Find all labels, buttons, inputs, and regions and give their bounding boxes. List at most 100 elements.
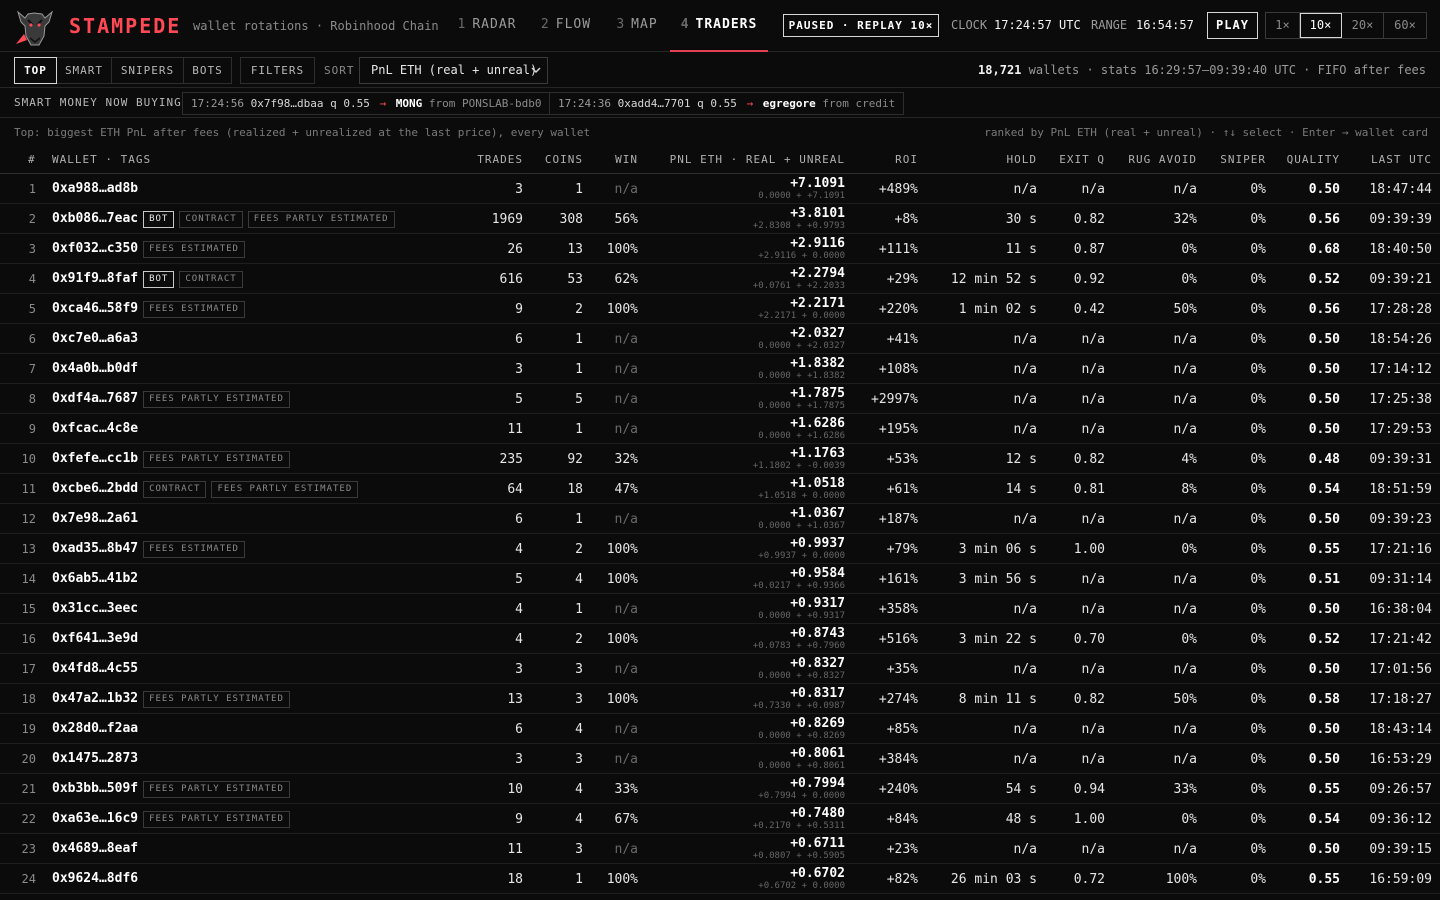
wallet-cell[interactable]: 0xdf4a…7687 FEES PARTLY ESTIMATED: [52, 390, 290, 408]
col-wallet[interactable]: WALLET · TAGS: [52, 153, 151, 166]
col-win[interactable]: WIN: [590, 153, 638, 166]
tab-flow[interactable]: 2 FLOW: [534, 0, 598, 50]
wallet-address[interactable]: 0x47a2…1b32: [52, 690, 138, 708]
col-coins[interactable]: COINS: [530, 153, 583, 166]
wallet-cell[interactable]: 0x91f9…8faf BOT CONTRACT: [52, 270, 243, 288]
wallet-cell[interactable]: 0xca46…58f9 FEES ESTIMATED: [52, 300, 245, 318]
table-row[interactable]: 21 0xb3bb…509f FEES PARTLY ESTIMATED 10 …: [0, 774, 1440, 804]
table-row[interactable]: 5 0xca46…58f9 FEES ESTIMATED 9 2 100% +2…: [0, 294, 1440, 324]
wallet-address[interactable]: 0xcbe6…2bdd: [52, 480, 138, 498]
table-row[interactable]: 6 0xc7e0…a6a3 6 1 n/a +2.0327 0.0000 + +…: [0, 324, 1440, 354]
wallet-address[interactable]: 0xc7e0…a6a3: [52, 330, 138, 348]
wallet-address[interactable]: 0xa988…ad8b: [52, 180, 138, 198]
wallet-address[interactable]: 0xb086…7eac: [52, 210, 138, 228]
table-row[interactable]: 4 0x91f9…8faf BOT CONTRACT 616 53 62% +2.…: [0, 264, 1440, 294]
speed-20x-button[interactable]: 20×: [1342, 13, 1384, 38]
wallet-address[interactable]: 0x7e98…2a61: [52, 510, 138, 528]
table-row[interactable]: 3 0xf032…c350 FEES ESTIMATED 26 13 100% …: [0, 234, 1440, 264]
table-row[interactable]: 18 0x47a2…1b32 FEES PARTLY ESTIMATED 13 …: [0, 684, 1440, 714]
wallet-cell[interactable]: 0xa63e…16c9 FEES PARTLY ESTIMATED: [52, 810, 290, 828]
table-row[interactable]: 22 0xa63e…16c9 FEES PARTLY ESTIMATED 9 4…: [0, 804, 1440, 834]
wallet-cell[interactable]: 0x47a2…1b32 FEES PARTLY ESTIMATED: [52, 690, 290, 708]
wallet-cell[interactable]: 0x4689…8eaf: [52, 840, 138, 858]
wallet-address[interactable]: 0xfcac…4c8e: [52, 420, 138, 438]
wallet-cell[interactable]: 0xc7e0…a6a3: [52, 330, 138, 348]
wallet-cell[interactable]: 0x9624…8df6: [52, 870, 138, 888]
col-sniper[interactable]: SNIPER: [1210, 153, 1266, 166]
filter-bots-button[interactable]: BOTS: [184, 57, 232, 84]
wallet-cell[interactable]: 0x4fd8…4c55: [52, 660, 138, 678]
col-rug-avoid[interactable]: RUG AVOID: [1110, 153, 1197, 166]
filter-snipers-button[interactable]: SNIPERS: [112, 57, 184, 84]
wallet-cell[interactable]: 0x1475…2873: [52, 750, 138, 768]
filters-button[interactable]: FILTERS: [240, 57, 315, 84]
table-row[interactable]: 7 0x4a0b…b0df 3 1 n/a +1.8382 0.0000 + +…: [0, 354, 1440, 384]
table-row[interactable]: 15 0x31cc…3eec 4 1 n/a +0.9317 0.0000 + …: [0, 594, 1440, 624]
wallet-address[interactable]: 0xa63e…16c9: [52, 810, 138, 828]
speed-1x-button[interactable]: 1×: [1266, 13, 1300, 38]
col-last-utc[interactable]: LAST UTC: [1340, 153, 1432, 166]
table-row[interactable]: 11 0xcbe6…2bdd CONTRACT FEES PARTLY ESTIM…: [0, 474, 1440, 504]
speed-10x-button[interactable]: 10×: [1300, 13, 1342, 38]
wallet-address[interactable]: 0xf641…3e9d: [52, 630, 138, 648]
wallet-cell[interactable]: 0xb086…7eac BOT CONTRACT FEES PARTLY ESTIM…: [52, 210, 395, 228]
table-row[interactable]: 13 0xad35…8b47 FEES ESTIMATED 4 2 100% +…: [0, 534, 1440, 564]
wallet-cell[interactable]: 0x4a0b…b0df: [52, 360, 138, 378]
wallet-cell[interactable]: 0x31cc…3eec: [52, 600, 138, 618]
wallet-address[interactable]: 0xad35…8b47: [52, 540, 138, 558]
wallet-cell[interactable]: 0x28d0…f2aa: [52, 720, 138, 738]
wallet-address[interactable]: 0xf032…c350: [52, 240, 138, 258]
filter-smart-button[interactable]: SMART: [57, 57, 112, 84]
wallet-cell[interactable]: 0x6ab5…41b2: [52, 570, 138, 588]
play-button[interactable]: PLAY: [1207, 12, 1258, 39]
wallet-cell[interactable]: 0xfcac…4c8e: [52, 420, 138, 438]
speed-60x-button[interactable]: 60×: [1384, 13, 1426, 38]
wallet-cell[interactable]: 0x7e98…2a61: [52, 510, 138, 528]
wallet-address[interactable]: 0x4fd8…4c55: [52, 660, 138, 678]
wallet-address[interactable]: 0x9624…8df6: [52, 870, 138, 888]
col-pnl[interactable]: PNL ETH · REAL + UNREAL: [660, 153, 845, 166]
col-exit-q[interactable]: EXIT Q: [1050, 153, 1105, 166]
wallet-address[interactable]: 0x1475…2873: [52, 750, 138, 768]
wallet-address[interactable]: 0xb3bb…509f: [52, 780, 138, 798]
table-row[interactable]: 20 0x1475…2873 3 3 n/a +0.8061 0.0000 + …: [0, 744, 1440, 774]
col-quality[interactable]: QUALITY: [1280, 153, 1340, 166]
table-row[interactable]: 9 0xfcac…4c8e 11 1 n/a +1.6286 0.0000 + …: [0, 414, 1440, 444]
wallet-cell[interactable]: 0xf032…c350 FEES ESTIMATED: [52, 240, 245, 258]
wallet-address[interactable]: 0x4a0b…b0df: [52, 360, 138, 378]
wallet-address[interactable]: 0xfefe…cc1b: [52, 450, 138, 468]
wallet-cell[interactable]: 0xa988…ad8b: [52, 180, 138, 198]
wallet-address[interactable]: 0x28d0…f2aa: [52, 720, 138, 738]
table-row[interactable]: 23 0x4689…8eaf 11 3 n/a +0.6711 +0.0807 …: [0, 834, 1440, 864]
sort-select[interactable]: PnL ETH (real + unreal): [359, 57, 548, 84]
tab-radar[interactable]: 1 RADAR: [452, 0, 522, 50]
table-row[interactable]: 12 0x7e98…2a61 6 1 n/a +1.0367 0.0000 + …: [0, 504, 1440, 534]
tab-map[interactable]: 3 MAP: [610, 0, 664, 50]
table-row[interactable]: 17 0x4fd8…4c55 3 3 n/a +0.8327 0.0000 + …: [0, 654, 1440, 684]
wallet-cell[interactable]: 0xb3bb…509f FEES PARTLY ESTIMATED: [52, 780, 290, 798]
col-roi[interactable]: ROI: [858, 153, 918, 166]
wallet-address[interactable]: 0xdf4a…7687: [52, 390, 138, 408]
wallet-address[interactable]: 0x6ab5…41b2: [52, 570, 138, 588]
wallet-cell[interactable]: 0xfefe…cc1b FEES PARTLY ESTIMATED: [52, 450, 290, 468]
col-hold[interactable]: HOLD: [930, 153, 1037, 166]
smart-money-item[interactable]: 17:24:56 0x7f98…dbaa q 0.55 → MONG from …: [182, 92, 551, 115]
table-row[interactable]: 2 0xb086…7eac BOT CONTRACT FEES PARTLY EST…: [0, 204, 1440, 234]
col-trades[interactable]: TRADES: [460, 153, 523, 166]
table-row[interactable]: 24 0x9624…8df6 18 1 100% +0.6702 +0.6702…: [0, 864, 1440, 894]
wallet-address[interactable]: 0x91f9…8faf: [52, 270, 138, 288]
table-row[interactable]: 8 0xdf4a…7687 FEES PARTLY ESTIMATED 5 5 …: [0, 384, 1440, 414]
smart-money-item[interactable]: 17:24:36 0xadd4…7701 q 0.55 → egregore f…: [549, 92, 905, 115]
table-row[interactable]: 1 0xa988…ad8b 3 1 n/a +7.1091 0.0000 + +…: [0, 174, 1440, 204]
wallet-address[interactable]: 0x31cc…3eec: [52, 600, 138, 618]
wallet-address[interactable]: 0x4689…8eaf: [52, 840, 138, 858]
table-row[interactable]: 10 0xfefe…cc1b FEES PARTLY ESTIMATED 235…: [0, 444, 1440, 474]
wallet-cell[interactable]: 0xf641…3e9d: [52, 630, 138, 648]
wallet-cell[interactable]: 0xad35…8b47 FEES ESTIMATED: [52, 540, 245, 558]
tab-traders[interactable]: 4 TRADERS: [670, 0, 768, 52]
filter-top-button[interactable]: TOP: [14, 57, 57, 84]
table-row[interactable]: 14 0x6ab5…41b2 5 4 100% +0.9584 +0.0217 …: [0, 564, 1440, 594]
table-row[interactable]: 19 0x28d0…f2aa 6 4 n/a +0.8269 0.0000 + …: [0, 714, 1440, 744]
wallet-address[interactable]: 0xca46…58f9: [52, 300, 138, 318]
table-row[interactable]: 16 0xf641…3e9d 4 2 100% +0.8743 +0.0783 …: [0, 624, 1440, 654]
